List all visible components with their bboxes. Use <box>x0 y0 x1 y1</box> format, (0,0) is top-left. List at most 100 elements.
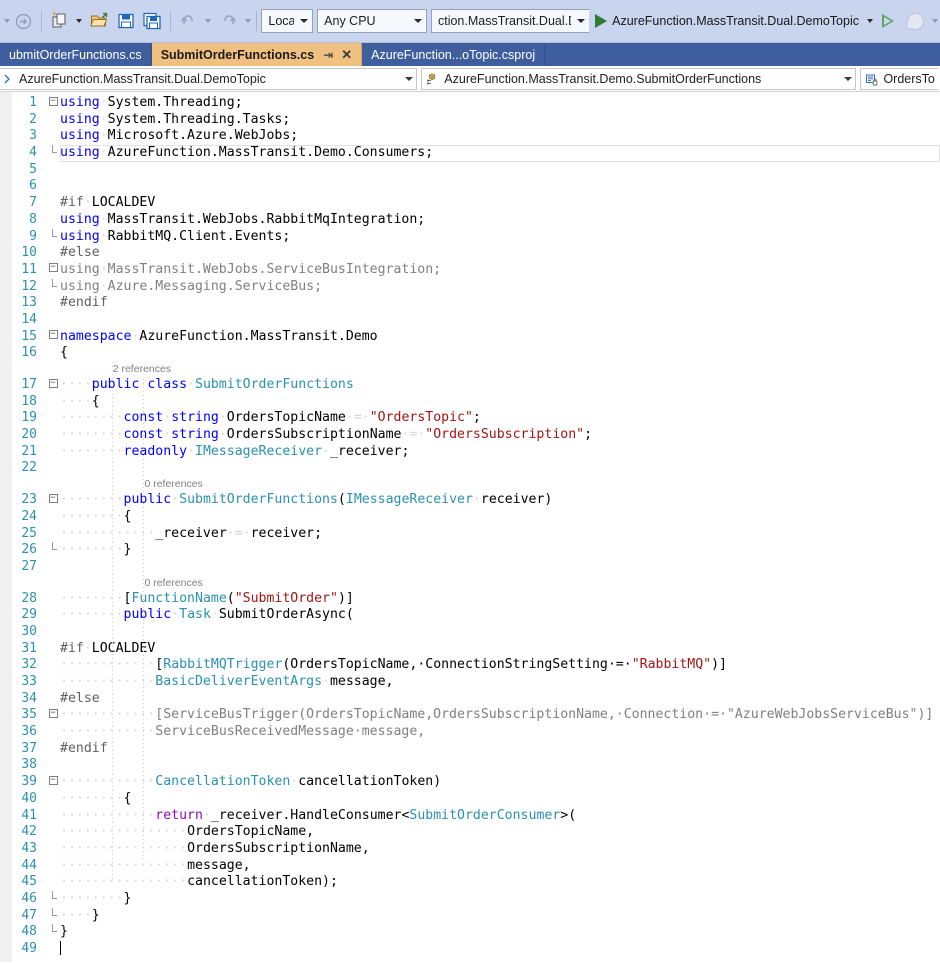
fold-collapse-icon[interactable]: − <box>46 262 60 279</box>
fold-collapse-icon[interactable]: − <box>46 377 60 394</box>
close-tab-icon[interactable]: ✕ <box>341 48 352 61</box>
new-item-caret-icon[interactable] <box>75 19 82 23</box>
code-line[interactable]: 36 ············ServiceBusReceivedMessage·… <box>0 724 940 741</box>
code-token: ···· <box>91 707 124 723</box>
codelens-references[interactable]: 2 references <box>0 362 940 377</box>
code-line[interactable]: 31 #if·LOCALDEV <box>0 641 940 658</box>
code-line[interactable]: 45 ················cancellationToken); <box>0 874 940 891</box>
code-line[interactable]: 20········const·string·OrdersSubscriptio… <box>0 427 940 444</box>
tab-submitorderfunctions-active[interactable]: SubmitOrderFunctions.cs ⇥ ✕ <box>151 43 363 66</box>
tab-submitorderfunctions-left[interactable]: ubmitOrderFunctions.cs <box>0 43 152 66</box>
code-line[interactable]: 48} <box>0 924 940 941</box>
code-line[interactable]: 17−····public·class·SubmitOrderFunctions <box>0 377 940 394</box>
code-line[interactable]: 47 ····} <box>0 907 940 925</box>
code-line[interactable]: 18 ····{ <box>0 394 940 411</box>
code-line[interactable]: 37 #endif <box>0 741 940 758</box>
new-item-button[interactable] <box>47 8 73 34</box>
code-line[interactable]: 33 ············BasicDeliverEventArgs·mess… <box>0 674 940 691</box>
code-line[interactable]: 10 #else <box>0 245 940 262</box>
code-line[interactable]: 29 ········public·Task·SubmitOrderAsync( <box>0 607 940 624</box>
run-target-caret-icon[interactable] <box>867 19 873 23</box>
undo-caret-icon[interactable] <box>204 19 211 23</box>
code-token: BasicDeliverEventArgs <box>155 674 323 689</box>
code-line[interactable]: 25 ············_receiver·=·receiver; <box>0 526 940 543</box>
code-line[interactable]: 8 using·MassTransit.WebJobs.RabbitMqInteg… <box>0 212 940 229</box>
code-line[interactable]: 21 ········readonly·IMessageReceiver·_rec… <box>0 444 940 461</box>
code-line[interactable]: 40 ········{ <box>0 791 940 808</box>
code-line[interactable]: 11− using·MassTransit.WebJobs.ServiceBusI… <box>0 262 940 279</box>
fold-collapse-icon[interactable]: − <box>46 329 60 346</box>
solution-platform-combo[interactable]: Any CPU <box>317 9 427 33</box>
code-token: using <box>60 261 100 277</box>
code-line[interactable]: 23− ········public·SubmitOrderFunctions(I… <box>0 492 940 509</box>
undo-button[interactable] <box>176 8 202 34</box>
code-line[interactable]: 49 <box>0 941 940 958</box>
save-button[interactable] <box>113 8 139 34</box>
redo-caret-icon[interactable] <box>244 19 251 23</box>
fold-collapse-icon[interactable]: − <box>46 774 60 791</box>
redo-button[interactable] <box>216 8 242 34</box>
fold-collapse-icon[interactable]: − <box>46 492 60 509</box>
tab-csproj[interactable]: AzureFunction...oTopic.csproj <box>362 43 546 66</box>
code-line[interactable]: 41 ············return·_receiver.HandleCon… <box>0 808 940 825</box>
code-line[interactable]: 4 using·AzureFunction.MassTransit.Demo.Co… <box>0 145 940 162</box>
code-line[interactable]: 28 ········[FunctionName("SubmitOrder")] <box>0 591 940 608</box>
code-token: "OrdersSubscription" <box>425 427 585 443</box>
code-line[interactable]: 13 #endif <box>0 295 940 312</box>
code-line[interactable]: 2 using·System.Threading.Tasks; <box>0 112 940 129</box>
line-number: 24 <box>21 508 37 524</box>
save-all-button[interactable] <box>139 8 165 34</box>
code-token: AzureFunction.MassTransit.Demo <box>139 328 378 344</box>
line-number: 10 <box>21 245 37 261</box>
hot-reload-icon[interactable] <box>905 11 926 31</box>
fold-collapse-icon[interactable]: − <box>46 707 60 724</box>
codelens-label[interactable]: 0 references <box>144 575 202 592</box>
fold-collapse-icon[interactable]: − <box>46 95 60 112</box>
code-editor[interactable]: 1− using·System.Threading; 2 using·System.T… <box>0 92 940 962</box>
code-line[interactable]: 5 <box>0 162 940 179</box>
codelens-label[interactable]: 2 references <box>113 361 171 378</box>
code-line[interactable]: 1− using·System.Threading; <box>0 95 940 112</box>
codelens-label[interactable]: 0 references <box>144 476 202 493</box>
code-line[interactable]: 12 using·Azure.Messaging.ServiceBus; <box>0 278 940 296</box>
start-debug-icon[interactable] <box>595 14 608 28</box>
code-token: ···· <box>123 874 156 890</box>
pin-tab-icon[interactable]: ⇥ <box>323 48 333 62</box>
run-target-label[interactable]: AzureFunction.MassTransit.Dual.DemoTopic <box>612 14 859 28</box>
start-without-debugging-icon[interactable] <box>882 14 894 28</box>
project-dropdown[interactable]: AzureFunction.MassTransit.Dual.DemoTopic <box>0 68 418 90</box>
startup-project-combo[interactable]: ction.MassTransit.Dual.DemoTopic <box>430 9 590 33</box>
code-line[interactable]: 43 ················OrdersSubscriptionName… <box>0 841 940 858</box>
code-line[interactable]: 16 { <box>0 345 940 362</box>
code-line[interactable]: 19········const·string·OrdersTopicName·=… <box>0 410 940 427</box>
code-line[interactable]: 3 using·Microsoft.Azure.WebJobs; <box>0 128 940 145</box>
line-number: 22 <box>21 460 37 476</box>
open-file-button[interactable] <box>87 8 113 34</box>
code-line[interactable]: 15− namespace·AzureFunction.MassTransit.D… <box>0 329 940 346</box>
code-line[interactable]: 14 <box>0 312 940 329</box>
code-line[interactable]: 24 ········{ <box>0 509 940 526</box>
code-line[interactable]: 38 <box>0 757 940 774</box>
code-line[interactable]: 7 #if·LOCALDEV <box>0 195 940 212</box>
solution-configuration-combo[interactable]: LocalDev <box>261 9 314 33</box>
code-line[interactable]: 30 <box>0 624 940 641</box>
codelens-references[interactable]: 0 references <box>0 477 940 492</box>
codelens-references[interactable]: 0 references <box>0 576 940 591</box>
code-line[interactable]: 9 using·RabbitMQ.Client.Events; <box>0 228 940 246</box>
member-dropdown[interactable]: OrdersTo <box>860 68 938 90</box>
navigate-forward-button[interactable] <box>10 8 36 34</box>
code-token: ···· <box>91 674 124 689</box>
code-line[interactable]: 35− ············[ServiceBusTrigger(Orders… <box>0 707 940 724</box>
code-line[interactable]: 46 ········} <box>0 890 940 908</box>
code-line[interactable]: 27 <box>0 559 940 576</box>
hot-reload-caret-icon[interactable] <box>932 19 938 23</box>
code-line[interactable]: 39− ············CancellationToken·cancell… <box>0 774 940 791</box>
code-line[interactable]: 42 ················OrdersTopicName, <box>0 824 940 841</box>
code-line[interactable]: 34 #else <box>0 691 940 708</box>
type-dropdown[interactable]: AzureFunction.MassTransit.Demo.SubmitOrd… <box>421 68 857 90</box>
code-line[interactable]: 32 ············[RabbitMQTrigger(OrdersTop… <box>0 657 940 674</box>
code-line[interactable]: 6 <box>0 178 940 195</box>
code-line[interactable]: 22 <box>0 460 940 477</box>
code-line[interactable]: 26 ········} <box>0 542 940 559</box>
code-line[interactable]: 44 ················message, <box>0 858 940 875</box>
